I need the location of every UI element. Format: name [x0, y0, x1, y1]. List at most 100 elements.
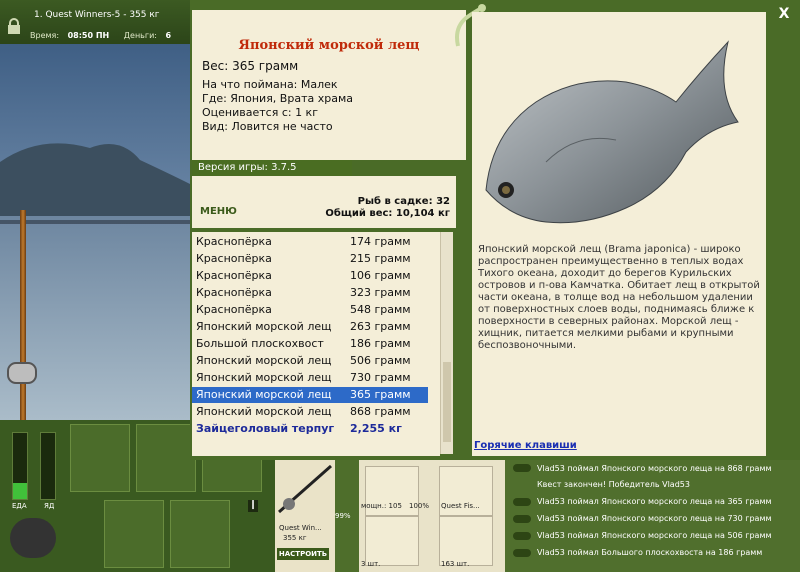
scrollbar-thumb[interactable]: [443, 362, 451, 442]
log-line: Vlad53 поймал Японского морского леща на…: [537, 497, 772, 506]
setup-button[interactable]: НАСТРОИТЬ: [277, 548, 329, 560]
tackle-panel: Quest Win... 355 кг НАСТРОИТЬ 99% мощн.:…: [275, 460, 505, 572]
location-title: 1. Quest Winners-5 - 355 кг: [34, 10, 160, 20]
fish-location: Где: Япония, Врата храма: [202, 92, 353, 105]
tackle-durability: 99%: [335, 460, 359, 572]
rod-icon: [278, 464, 332, 514]
fish-info-card: Японский морской лещ Вес: 365 грамм На ч…: [192, 10, 466, 160]
fish-icon: [513, 532, 531, 540]
cauldron-icon[interactable]: [10, 518, 56, 558]
tackle-name: Quest Win...: [279, 524, 322, 532]
catch-list-row[interactable]: Японский морской лещ 730 грамм: [192, 370, 428, 386]
catch-fish-name: Японский морской лещ: [196, 405, 332, 418]
catch-list-row[interactable]: Краснопёрка 215 грамм: [192, 251, 428, 267]
bucket-slot[interactable]: [170, 500, 230, 568]
divider-icon: ❙: [248, 500, 258, 512]
hooks-count: 3 шт.: [361, 560, 381, 568]
catch-fish-weight: 215 грамм: [350, 252, 411, 265]
catch-list-row[interactable]: Большой плоскохвост 186 грамм: [192, 336, 428, 352]
log-line: Vlad53 поймал Японского морского леща на…: [537, 514, 772, 523]
catch-list-row[interactable]: Японский морской лещ 868 грамм: [192, 404, 428, 420]
catch-fish-name: Японский морской лещ: [196, 388, 332, 401]
fishing-rod[interactable]: [20, 210, 26, 420]
catch-fish-name: Краснопёрка: [196, 235, 272, 248]
fish-icon: [513, 515, 531, 523]
tackle-weight: 355 кг: [283, 534, 307, 542]
fish-icon: [513, 549, 531, 557]
reel-percent: 100%: [409, 502, 430, 510]
game-version: Версия игры: 3.7.5: [192, 160, 352, 176]
lock-icon[interactable]: [7, 18, 21, 34]
catch-fish-weight: 365 грамм: [350, 388, 411, 401]
catch-list-row[interactable]: Краснопёрка 323 грамм: [192, 285, 428, 301]
catch-fish-name: Краснопёрка: [196, 303, 272, 316]
catch-fish-weight: 263 грамм: [350, 320, 411, 333]
fish-icon: [513, 498, 531, 506]
catch-fish-weight: 2,255 кг: [350, 422, 402, 435]
catch-fish-weight: 868 грамм: [350, 405, 411, 418]
catch-list-row[interactable]: Японский морской лещ 263 грамм: [192, 319, 428, 335]
hook-slot[interactable]: [365, 516, 419, 566]
money-label: Деньги:: [123, 31, 157, 40]
menu-button[interactable]: МЕНЮ: [200, 206, 237, 217]
basket-slot[interactable]: [104, 500, 164, 568]
line-name: Quest Fis...: [441, 502, 480, 510]
reel-power: мощн.: 105: [361, 502, 402, 510]
catch-list-row[interactable]: Зайцеголовый терпуг 2,255 кг: [192, 421, 428, 437]
food-gauge: [12, 432, 28, 500]
close-button[interactable]: X: [776, 6, 792, 22]
event-log: Vlad53 поймал Японского морского леща на…: [505, 460, 800, 572]
bait-slot[interactable]: [439, 516, 493, 566]
catch-fish-name: Японский морской лещ: [196, 371, 332, 384]
log-line: Vlad53 поймал Японского морского леща на…: [537, 531, 772, 540]
catch-list-row[interactable]: Краснопёрка 106 грамм: [192, 268, 428, 284]
tackle-box-slot[interactable]: [70, 424, 130, 492]
catch-list-row[interactable]: Краснопёрка 548 грамм: [192, 302, 428, 318]
time-value: 08:50 ПН: [67, 31, 110, 40]
catch-fish-name: Краснопёрка: [196, 286, 272, 299]
log-line: Vlad53 поймал Японского морского леща на…: [537, 464, 772, 473]
time-label: Время:: [30, 31, 60, 40]
catch-list-row[interactable]: Краснопёрка 174 грамм: [192, 234, 428, 250]
catch-fish-weight: 323 грамм: [350, 286, 411, 299]
fish-bait: На что поймана: Малек: [202, 78, 338, 91]
fish-kind: Вид: Ловится не часто: [202, 120, 333, 133]
catch-fish-weight: 106 грамм: [350, 269, 411, 282]
catch-list[interactable]: Краснопёрка 174 грамм Краснопёрка 215 грамм…: [192, 232, 440, 456]
food-label: ЕДА: [12, 502, 27, 510]
catch-fish-weight: 506 грамм: [350, 354, 411, 367]
catch-list-scrollbar[interactable]: [440, 232, 453, 454]
fish-image: [485, 40, 739, 224]
catch-fish-name: Японский морской лещ: [196, 320, 332, 333]
catch-fish-weight: 186 грамм: [350, 337, 411, 350]
menu-area: МЕНЮ Рыб в садке: 32 Общий вес: 10,104 к…: [192, 176, 456, 228]
reel-icon[interactable]: [7, 362, 37, 384]
rod-slot[interactable]: Quest Win... 355 кг НАСТРОИТЬ: [275, 460, 335, 572]
fish-title: Японский морской лещ: [238, 38, 420, 53]
catch-fish-name: Большой плоскохвост: [196, 337, 324, 350]
catch-fish-weight: 174 грамм: [350, 235, 411, 248]
bait-bag-slot[interactable]: [136, 424, 196, 492]
poison-gauge: [40, 432, 56, 500]
fish-description: Японский морской лещ (Brama japonica) - …: [478, 244, 760, 351]
catch-fish-weight: 548 грамм: [350, 303, 411, 316]
catch-list-row[interactable]: Японский морской лещ 506 грамм: [192, 353, 428, 369]
catch-fish-name: Краснопёрка: [196, 252, 272, 265]
hotkeys-link[interactable]: Горячие клавиши: [474, 440, 577, 451]
top-info-bar: 1. Quest Winners-5 - 355 кг Время: 08:50…: [0, 0, 190, 44]
poison-label: ЯД: [44, 502, 55, 510]
fish-rated: Оценивается с: 1 кг: [202, 106, 318, 119]
catch-list-row[interactable]: Японский морской лещ 365 грамм: [192, 387, 428, 403]
log-line: Vlad53 поймал Большого плоскохвоста на 1…: [537, 548, 763, 557]
money-value: 6: [165, 31, 172, 40]
catch-fish-name: Зайцеголовый терпуг: [196, 422, 335, 435]
catch-fish-name: Японский морской лещ: [196, 354, 332, 367]
catch-count: Рыб в садке: 32: [357, 196, 450, 207]
bait-count: 163 шт.: [441, 560, 470, 568]
fish-image-card: Японский морской лещ (Brama japonica) - …: [472, 12, 766, 456]
log-line: Квест закончен! Победитель Vlad53: [537, 480, 690, 489]
catch-fish-name: Краснопёрка: [196, 269, 272, 282]
fish-icon: [513, 464, 531, 472]
catch-fish-weight: 730 грамм: [350, 371, 411, 384]
tackle-percent: 99%: [335, 512, 351, 520]
